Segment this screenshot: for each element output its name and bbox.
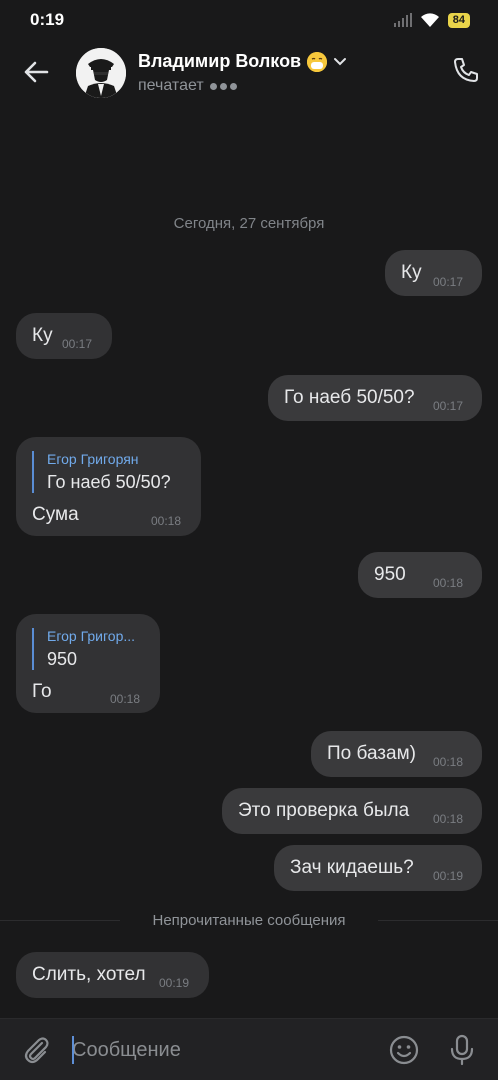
message-time: 00:17: [62, 337, 93, 351]
message-bubble-incoming[interactable]: Ку 00:17: [16, 313, 112, 359]
typing-status: печатает: [138, 77, 237, 95]
status-time: 0:19: [30, 10, 65, 29]
contact-name: Владимир Волков: [138, 51, 302, 71]
message-text: 950: [374, 564, 406, 585]
message-text: Слить, хотел: [32, 964, 146, 985]
message-bubble-outgoing[interactable]: Зач кидаешь? 00:19: [274, 845, 482, 891]
message-text: Зач кидаешь?: [290, 857, 414, 878]
message-input[interactable]: [72, 1035, 362, 1065]
message-time: 00:17: [433, 399, 464, 413]
message-text: Го: [32, 681, 52, 702]
message-time: 00:18: [433, 576, 464, 590]
separator-line: [0, 920, 120, 921]
separator-line: [378, 920, 498, 921]
attach-button[interactable]: [20, 1034, 52, 1066]
message-bubble-outgoing[interactable]: Го наеб 50/50? 00:17: [268, 375, 482, 421]
wifi-icon: [420, 13, 439, 27]
message-time: 00:18: [110, 692, 141, 706]
message-text: Ку: [32, 325, 53, 346]
unread-separator-label: Непрочитанные сообщения: [146, 911, 352, 929]
officer-avatar-image: [76, 48, 126, 98]
emoji-button[interactable]: [388, 1034, 420, 1066]
text-cursor: [72, 1036, 74, 1064]
composer-bar: [0, 1018, 498, 1080]
message-bubble-incoming-reply[interactable]: Егор Григорян Го наеб 50/50? Сума 00:18: [16, 437, 201, 536]
message-text: По базам): [327, 743, 416, 764]
message-time: 00:18: [433, 755, 464, 769]
reply-author: Егор Григорян: [47, 451, 139, 467]
reply-author: Егор Григор...: [47, 628, 136, 644]
chat-header: Владимир Волков печатает: [0, 40, 498, 104]
message-bubble-outgoing[interactable]: Ку 00:17: [385, 250, 482, 296]
contact-name-button[interactable]: Владимир Волков: [138, 51, 347, 72]
reply-text: Го наеб 50/50?: [47, 472, 171, 492]
microphone-icon: [450, 1034, 474, 1066]
message-text: Го наеб 50/50?: [284, 387, 415, 408]
avatar[interactable]: [76, 48, 126, 98]
message-bubble-outgoing[interactable]: По базам) 00:18: [311, 731, 482, 777]
status-icons: 84: [393, 12, 470, 28]
status-bar: 0:19 84: [0, 0, 498, 40]
message-bubble-outgoing[interactable]: Это проверка была 00:18: [222, 788, 482, 834]
paperclip-icon: [24, 1037, 49, 1064]
date-separator: Сегодня, 27 сентября: [173, 215, 325, 232]
typing-dots-icon: [209, 82, 237, 90]
message-time: 00:19: [433, 869, 464, 883]
mask-emoji-icon: [307, 51, 328, 72]
message-time: 00:18: [151, 514, 182, 528]
chevron-down-icon: [334, 57, 347, 65]
message-text: Ку: [401, 262, 422, 283]
battery-indicator: 84: [447, 12, 470, 28]
message-text: Это проверка была: [238, 800, 410, 821]
message-bubble-incoming[interactable]: Слить, хотел 00:19: [16, 952, 209, 998]
signal-icon: [393, 13, 412, 27]
message-bubble-outgoing[interactable]: 950 00:18: [358, 552, 482, 598]
reply-quote[interactable]: Егор Григорян Го наеб 50/50?: [32, 451, 171, 493]
microphone-button[interactable]: [446, 1033, 478, 1067]
arrow-left-icon: [24, 61, 49, 83]
message-time: 00:17: [433, 275, 464, 289]
reply-quote[interactable]: Егор Григор... 950: [32, 628, 135, 670]
message-text: Сума: [32, 504, 79, 525]
reply-text: 950: [47, 649, 78, 669]
back-button[interactable]: [20, 56, 52, 88]
message-time: 00:19: [159, 976, 190, 990]
message-bubble-incoming-reply[interactable]: Егор Григор... 950 Го 00:18: [16, 614, 160, 713]
unread-separator: Непрочитанные сообщения: [0, 910, 498, 930]
smile-icon: [389, 1035, 419, 1065]
message-time: 00:18: [433, 812, 464, 826]
phone-icon: [454, 58, 478, 82]
call-button[interactable]: [450, 54, 482, 86]
typing-status-label: печатает: [138, 77, 204, 94]
